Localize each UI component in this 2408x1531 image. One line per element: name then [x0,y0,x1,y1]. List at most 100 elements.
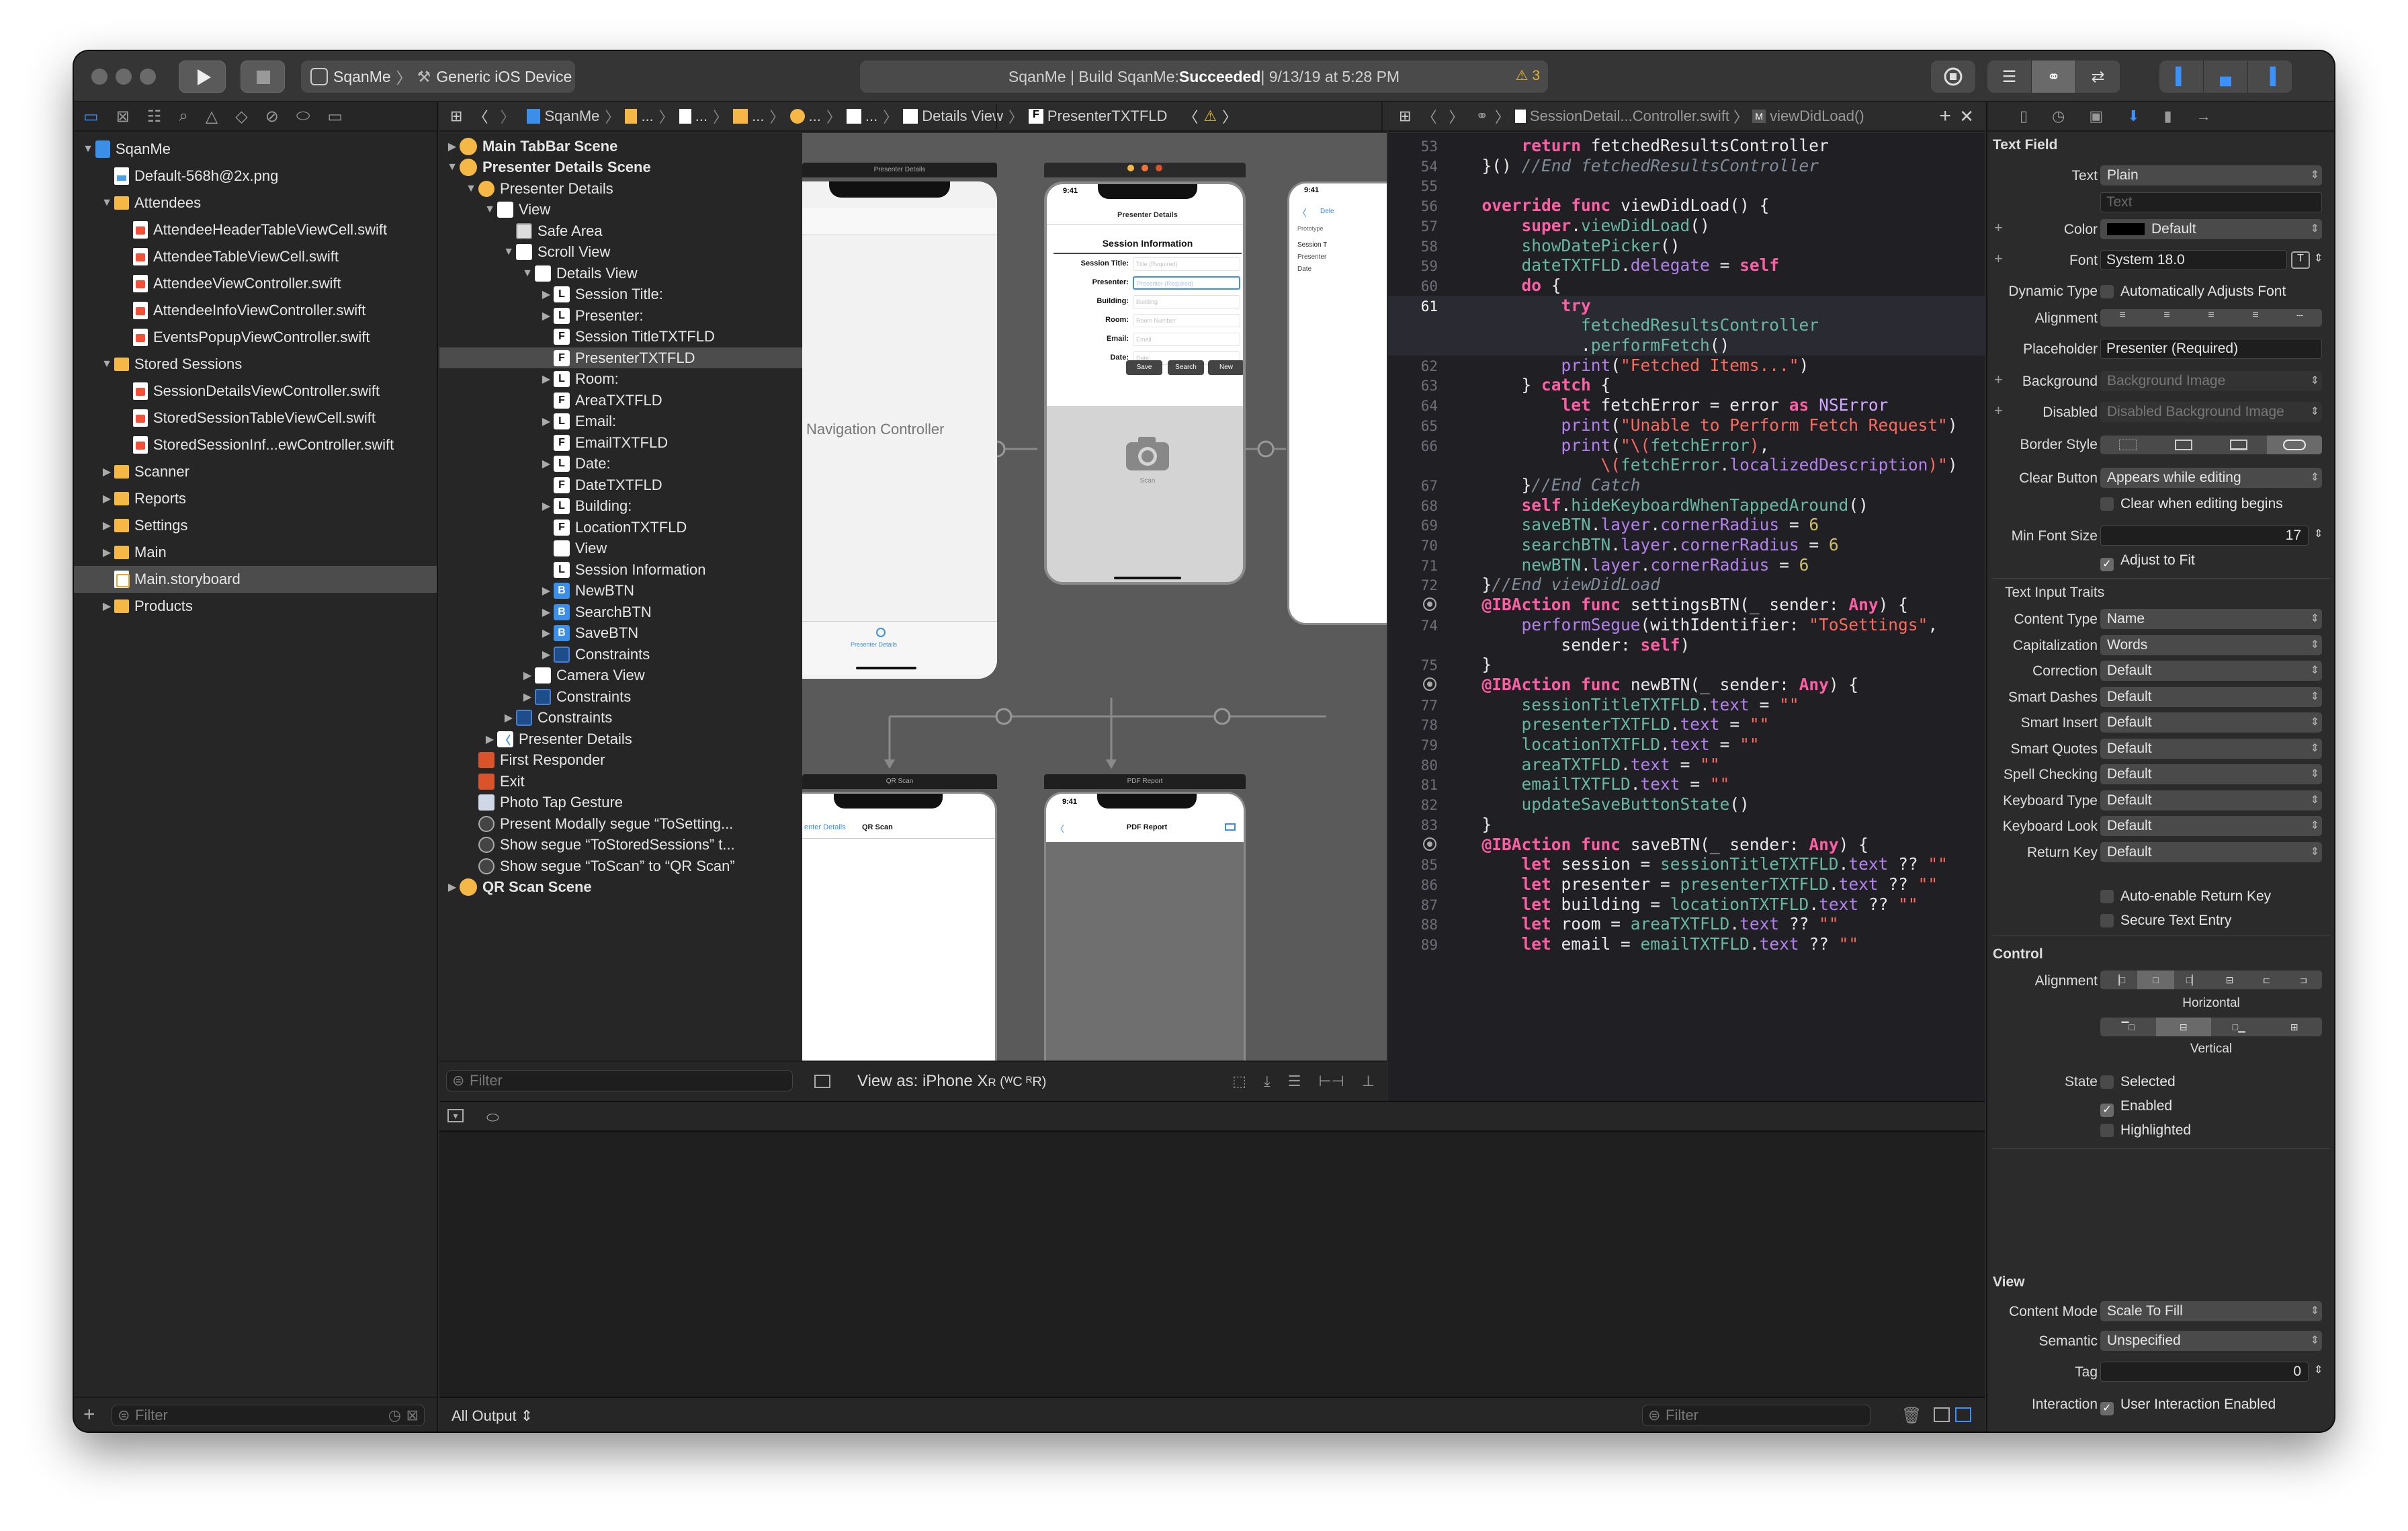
disclosure-icon[interactable]: ▼ [81,143,95,155]
disclosure-icon[interactable]: ▶ [539,372,554,386]
disclosure-icon[interactable]: ▶ [99,519,114,532]
disclosure-icon[interactable]: ▶ [445,880,460,894]
disclosure-icon[interactable]: ▶ [520,690,535,704]
breakpoint-icon[interactable] [1423,597,1436,612]
add-variation-icon[interactable]: + [1994,402,2003,419]
quick-help-icon[interactable]: ◷ [2052,108,2065,125]
outline-item[interactable]: ▶ B SearchBTN [439,602,802,622]
trait-popup[interactable]: Default [2100,686,2322,707]
view-as-label[interactable]: View as: iPhone XR (ᵂC ᴿR) [857,1072,1046,1091]
hide-debug-icon[interactable]: ▾ [447,1109,464,1122]
jb-e3[interactable]: ... [752,108,764,125]
forward-icon[interactable]: 〉 [1449,106,1463,127]
trait-popup[interactable]: Words [2100,634,2322,655]
disclosure-icon[interactable]: ▶ [501,711,516,725]
outline-filter-input[interactable]: ⊜ Filter [446,1070,793,1091]
breakpoint-icon[interactable] [1423,677,1436,691]
scene-bar-qr-scan[interactable]: QR Scan [802,774,997,789]
align-icon[interactable]: ⊢⊣ [1319,1073,1344,1090]
pin-icon[interactable]: ⊥ [1362,1073,1375,1090]
outline-item[interactable]: F AreaTXTFLD [439,390,802,411]
embed-icon[interactable]: ⤓ [1264,1073,1271,1090]
file-tree-item[interactable]: ▼ Attendees [74,190,437,216]
form-field-input[interactable]: Email [1133,333,1240,346]
outline-item[interactable]: ▶ QR Scan Scene [439,877,802,898]
h-align-fill-icon[interactable]: ⊟ [2211,970,2248,989]
file-tree-item[interactable]: AttendeeHeaderTableViewCell.swift [74,216,437,243]
minimize-window-button[interactable] [116,69,132,85]
save-button-preview[interactable]: Save [1126,360,1162,375]
align-natural-icon[interactable]: ┄ [2278,309,2322,327]
close-window-button[interactable] [91,69,108,85]
trait-popup[interactable]: Default [2100,816,2322,836]
search-button-preview[interactable]: Search [1168,360,1204,375]
scene-bar-presenter-details[interactable]: Presenter Details [802,163,997,177]
align-justify-icon[interactable]: ≡ [2233,309,2278,327]
file-tree-item[interactable]: ▶ Settings [74,512,437,539]
disclosure-icon[interactable]: ▶ [539,648,554,661]
outline-item[interactable]: F Session TitleTXTFLD [439,327,802,347]
storyboard-canvas[interactable]: Presenter Details Navigation Controller … [802,133,1387,1061]
disclosure-icon[interactable]: ▶ [539,457,554,470]
outline-item[interactable]: ▼ Details View [439,263,802,284]
camera-icon[interactable] [1121,433,1174,473]
breakpoints-toggle-icon[interactable]: ⬭ [486,1109,499,1126]
tag-stepper-icon[interactable]: ⇕ [2314,1363,2323,1376]
trait-popup[interactable]: Default [2100,841,2322,862]
outline-item[interactable]: ▶ Main TabBar Scene [439,136,802,157]
grid-icon[interactable]: ⊞ [1399,108,1411,125]
scheme-selector[interactable]: SqanMe 〉 ⚒ Generic iOS Device [301,60,575,93]
hierarchy-icon[interactable]: ☷ [147,107,162,126]
outline-item[interactable]: ▶ L Session Title: [439,284,802,305]
variables-view-icon[interactable] [1934,1407,1950,1422]
h-align-trailing-icon[interactable]: ⊐ [2285,970,2322,989]
stack-icon[interactable]: ☰ [1288,1073,1301,1090]
disclosure-icon[interactable]: ▶ [539,415,554,428]
outline-item[interactable]: ▶ L Room: [439,369,802,390]
outline-item[interactable]: Photo Tap Gesture [439,792,802,813]
debug-icon[interactable]: ⊘ [265,107,279,126]
content-mode-popup[interactable]: Scale To Fill [2100,1301,2322,1321]
navigation-controller-scene[interactable]: Navigation Controller Presenter Details [802,181,997,679]
jb-presenter-txtfld[interactable]: PresenterTXTFLD [1047,108,1168,125]
run-button[interactable] [179,60,226,93]
outline-item[interactable]: ▶ Constraints [439,686,802,707]
outline-item[interactable]: ▶ L Email: [439,411,802,432]
file-tree-item[interactable]: SessionDetailsViewController.swift [74,378,437,405]
file-tree-item[interactable]: EventsPopupViewController.swift [74,324,437,351]
library-button[interactable] [1931,60,1975,93]
outline-item[interactable]: ▶ 〈 Presenter Details [439,729,802,749]
background-popup[interactable]: Background Image [2100,371,2322,391]
secure-entry-checkbox[interactable]: Secure Text Entry [2100,913,2231,929]
outline-item[interactable]: ▼ View [439,200,802,220]
text-value-field[interactable]: Text [2100,192,2322,212]
search-icon[interactable]: ⌕ [179,107,187,126]
border-rounded-icon[interactable] [2266,436,2322,454]
disclosure-icon[interactable]: ▼ [445,161,460,173]
file-tree-item[interactable]: Default-568h@2x.png [74,163,437,190]
outline-item[interactable]: F LocationTXTFLD [439,517,802,538]
toggle-navigator-icon[interactable]: ▌ [2159,60,2204,93]
stored-sessions-scene[interactable]: 9:41 〈 Dele Prototype Session T Presente… [1287,181,1387,625]
output-selector[interactable]: All Output ⇕ [452,1407,533,1425]
console-view-icon[interactable] [1955,1407,1971,1422]
version-editor-icon[interactable]: ⇄ [2076,60,2120,93]
back-icon[interactable]: 〈 [473,106,488,127]
file-tree-item[interactable]: StoredSessionInf...ewController.swift [74,431,437,458]
zoom-window-button[interactable] [140,69,156,85]
qr-scan-scene[interactable]: enter Details QR Scan [802,792,997,1061]
outline-item[interactable]: ▶ L Date: [439,454,802,474]
stop-button[interactable] [241,60,285,93]
file-inspector-icon[interactable]: ▯ [2020,108,2028,125]
file-tree-item[interactable]: ▶ Main [74,539,437,566]
outline-item[interactable]: ▼ Scroll View [439,242,802,263]
border-line-icon[interactable] [2156,440,2212,450]
disclosure-icon[interactable]: ▼ [501,246,516,258]
disclosure-icon[interactable]: ▶ [539,626,554,640]
disclosure-icon[interactable]: ▼ [520,267,535,280]
jb-e1[interactable]: ... [641,108,653,125]
font-picker-icon[interactable]: T [2291,251,2310,269]
align-center-icon[interactable]: ≡ [2145,309,2189,327]
forward-icon[interactable]: 〉 [500,106,515,127]
trait-popup[interactable]: Name [2100,609,2322,629]
